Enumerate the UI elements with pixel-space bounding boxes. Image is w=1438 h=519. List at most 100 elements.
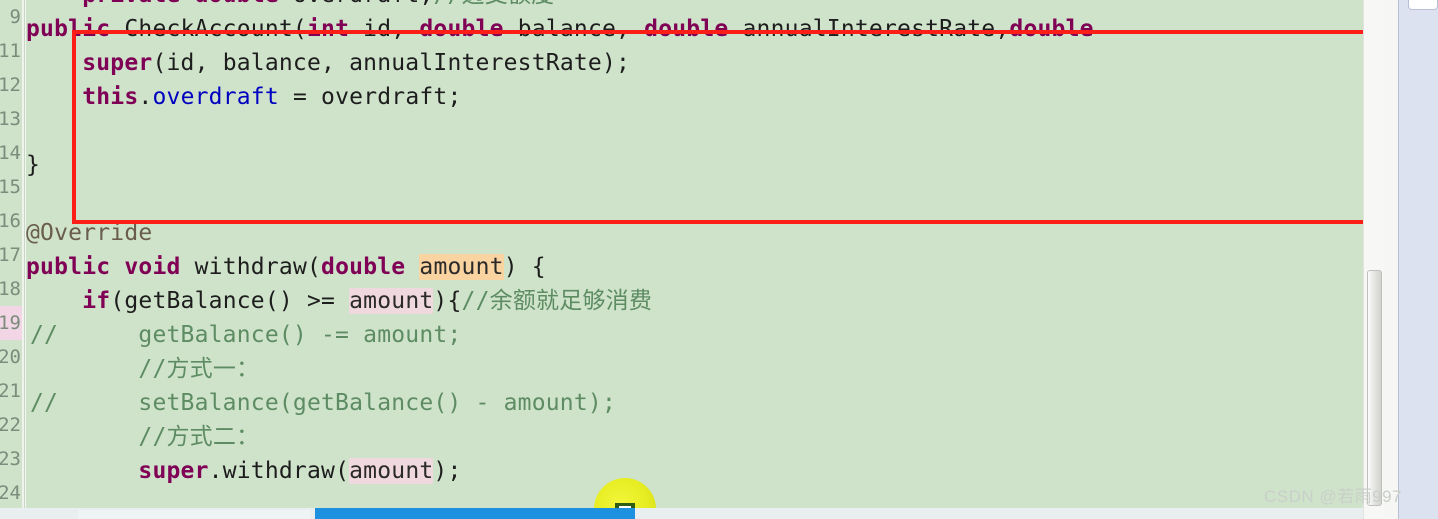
- code-token-kw: double: [644, 16, 729, 42]
- line-number-label: 11: [0, 40, 21, 62]
- code-token-kw: double: [195, 0, 279, 8]
- code-line[interactable]: [26, 114, 1363, 148]
- code-line[interactable]: private double overdraft;//透支额度: [26, 0, 1363, 12]
- line-number-20[interactable]: 20: [0, 340, 22, 374]
- eclipse-editor-window: 9 11 12 13 14 15 16 17 18 19 20 21 22 23 24 private do…: [0, 0, 1438, 519]
- code-token-cmt: getBalance() -= amount;: [138, 322, 462, 348]
- code-token-kw: double: [321, 254, 406, 280]
- gutter-separator: [22, 0, 25, 519]
- code-token-plain: CheckAccount(: [110, 16, 307, 42]
- line-number-label: 12: [0, 74, 21, 96]
- bottom-status-strip: [0, 508, 1363, 519]
- source-code-lines[interactable]: private double overdraft;//透支额度public Ch…: [26, 0, 1363, 488]
- code-token-plain: .: [138, 84, 153, 110]
- code-token-plain: id,: [349, 16, 420, 42]
- line-number-18[interactable]: 18: [0, 272, 22, 306]
- code-token-plain: (getBalance() >=: [110, 288, 350, 314]
- code-token-cmt: //余额就足够消费: [461, 288, 653, 314]
- code-token-kw: super: [82, 50, 153, 76]
- commented-out-marker: //: [30, 390, 59, 416]
- code-token-kw: public: [26, 16, 111, 42]
- line-number-label: 14: [0, 142, 21, 164]
- line-number-21[interactable]: 21: [0, 374, 22, 408]
- code-token-kw: double: [419, 16, 504, 42]
- line-number-24[interactable]: 24: [0, 476, 22, 510]
- line-number-15[interactable]: 15: [0, 170, 22, 204]
- code-line[interactable]: // getBalance() -= amount;: [26, 318, 1363, 352]
- code-token-plain: (id, balance, annualInterestRate);: [152, 50, 631, 76]
- bottom-strip-selected-segment[interactable]: [315, 508, 635, 519]
- line-number-label: 23: [0, 448, 21, 470]
- code-line[interactable]: }: [26, 148, 1363, 182]
- line-number-label: 22: [0, 414, 21, 436]
- code-token-cmt: //方式二：: [138, 424, 260, 450]
- code-token-param: @Override: [26, 220, 153, 246]
- line-number-14[interactable]: 14: [0, 136, 22, 170]
- code-token-cmt: setBalance(getBalance() - amount);: [138, 390, 616, 416]
- code-token-plain: ) {: [503, 254, 546, 280]
- line-number-11[interactable]: 11: [0, 34, 22, 68]
- line-number-9[interactable]: 9: [0, 0, 22, 34]
- code-line[interactable]: super(id, balance, annualInterestRate);: [26, 46, 1363, 80]
- code-line[interactable]: public CheckAccount(int id, double balan…: [26, 12, 1363, 46]
- line-number-label: 19: [0, 312, 21, 334]
- code-token-kw: void: [124, 254, 181, 280]
- code-token-plain: annualInterestRate,: [728, 16, 1010, 42]
- line-number-label: 18: [0, 278, 21, 300]
- commented-out-marker: //: [30, 322, 59, 348]
- line-number-label: 21: [0, 380, 21, 402]
- line-number-label: 20: [0, 346, 21, 368]
- code-line[interactable]: public void withdraw(double amount) {: [26, 250, 1363, 284]
- code-token-hl-soft: amount: [349, 458, 434, 484]
- code-token-cmt: //方式一：: [138, 356, 260, 382]
- code-editor-surface[interactable]: private double overdraft;//透支额度public Ch…: [26, 0, 1363, 519]
- code-token-kw: private: [82, 0, 180, 8]
- line-number-gutter: 9 11 12 13 14 15 16 17 18 19 20 21 22 23 24: [0, 0, 22, 519]
- right-side-panel-body[interactable]: [1398, 0, 1438, 519]
- code-line[interactable]: [26, 182, 1363, 216]
- csdn-watermark: CSDN @若雨997: [1263, 487, 1402, 506]
- code-token-cmt: //透支额度: [433, 0, 554, 8]
- code-line[interactable]: this.overdraft = overdraft;: [26, 80, 1363, 114]
- line-number-13[interactable]: 13: [0, 102, 22, 136]
- code-line[interactable]: //方式二：: [26, 420, 1363, 454]
- line-number-label: 24: [0, 482, 21, 504]
- code-token-kw: this: [82, 84, 139, 110]
- code-line[interactable]: //方式一：: [26, 352, 1363, 386]
- code-token-kw: int: [306, 16, 350, 42]
- code-token-plain: .withdraw(: [208, 458, 350, 484]
- code-line[interactable]: @Override: [26, 216, 1363, 250]
- line-number-label: 17: [0, 244, 21, 266]
- code-line[interactable]: if(getBalance() >= amount){//余额就足够消费: [26, 284, 1363, 318]
- code-token-hl: amount: [419, 254, 504, 280]
- code-token-hl-soft: amount: [349, 288, 434, 314]
- line-number-23[interactable]: 23: [0, 442, 22, 476]
- line-number-19[interactable]: 19: [0, 306, 22, 340]
- code-token-plain: ){: [433, 288, 462, 314]
- line-number-label: 16: [0, 210, 21, 232]
- code-token-kw: public: [26, 254, 111, 280]
- line-number-22[interactable]: 22: [0, 408, 22, 442]
- right-side-panel-tab[interactable]: [1408, 0, 1438, 10]
- code-token-field: overdraft: [152, 84, 279, 110]
- code-token-plain: overdraft;: [279, 0, 434, 8]
- line-number-16[interactable]: 16: [0, 204, 22, 238]
- vertical-scrollbar-thumb[interactable]: [1367, 270, 1382, 506]
- code-token-kw: double: [1009, 16, 1094, 42]
- line-number-17[interactable]: 17: [0, 238, 22, 272]
- line-number-label: 9: [9, 6, 21, 28]
- code-token-plain: balance,: [503, 16, 645, 42]
- code-line[interactable]: super.withdraw(amount);: [26, 454, 1363, 488]
- line-number-12[interactable]: 12: [0, 68, 22, 102]
- code-line[interactable]: // setBalance(getBalance() - amount);: [26, 386, 1363, 420]
